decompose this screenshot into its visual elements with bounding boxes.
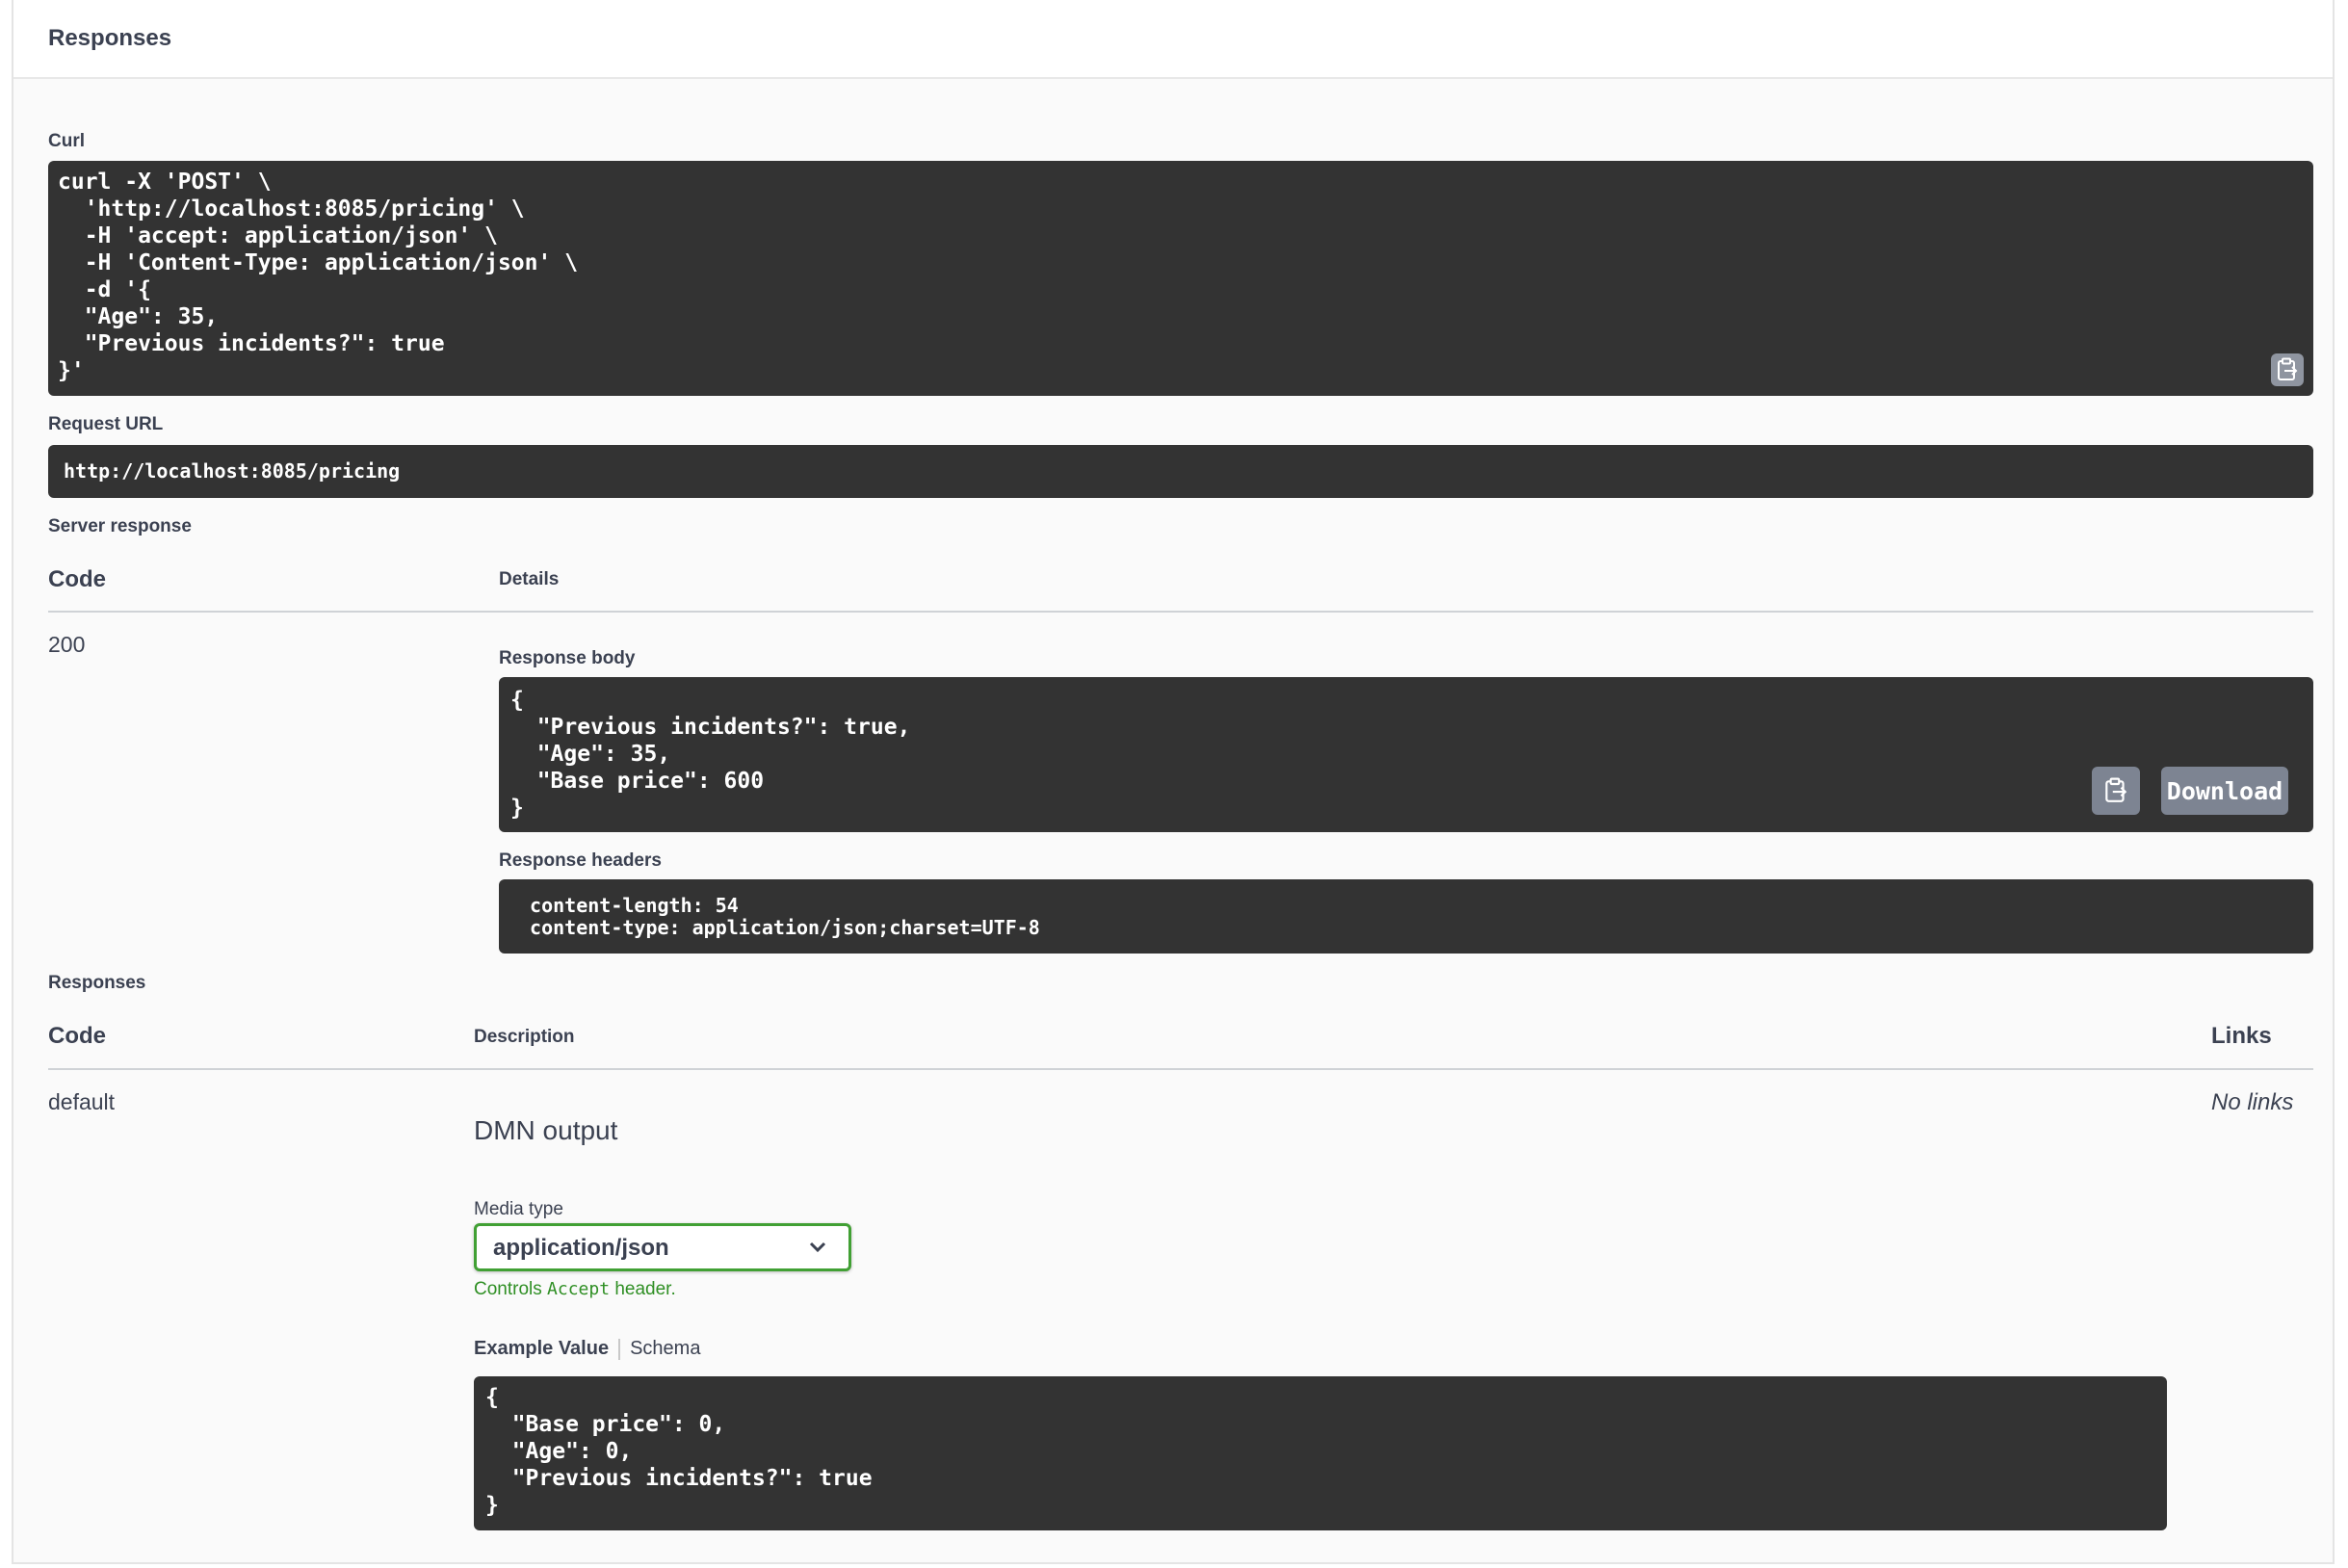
response-status-code: 200 [48,632,86,657]
request-url-value: http://localhost:8085/pricing [64,459,401,483]
response-headers: content-length: 54 content-type: applica… [530,894,1040,939]
tab-separator [618,1338,621,1360]
controls-suffix: header. [610,1279,676,1299]
response-headers-label: Response headers [499,850,662,871]
example-value-block: { "Base price": 0, "Age": 0, "Previous i… [474,1376,2167,1530]
tab-schema[interactable]: Schema [630,1338,700,1360]
example-tabs: Example Value Schema [474,1338,700,1360]
clipboard-copy-icon [2105,777,2127,802]
responses-panel: Responses Curl curl -X 'POST' \ 'http://… [12,0,2335,1564]
media-type-label: Media type [474,1199,563,1219]
curl-code-block: curl -X 'POST' \ 'http://localhost:8085/… [48,161,2313,396]
response-row-description: DMN output [474,1115,618,1145]
request-url-label: Request URL [48,414,164,434]
download-button[interactable]: Download [2161,767,2288,815]
panel-header: Responses [13,0,2333,79]
chevron-down-icon [809,1241,826,1253]
divider [48,611,2313,613]
response-row-code: default [48,1089,116,1114]
curl-command: curl -X 'POST' \ 'http://localhost:8085/… [58,170,579,383]
example-value: { "Base price": 0, "Age": 0, "Previous i… [485,1385,873,1518]
server-response-col-code: Code [48,566,106,592]
media-type-value: application/json [493,1235,669,1261]
responses-col-code: Code [48,1023,106,1049]
panel-title: Responses [48,25,172,51]
request-url-block: http://localhost:8085/pricing [48,445,2313,498]
response-headers-block: content-length: 54 content-type: applica… [499,879,2313,954]
server-response-col-details: Details [499,569,560,589]
controls-accept-note: Controls Accept header. [474,1279,676,1300]
responses-col-description: Description [474,1027,575,1047]
response-copy-button[interactable] [2092,767,2140,815]
responses-label: Responses [48,973,146,993]
curl-label: Curl [48,131,85,151]
server-response-label: Server response [48,516,192,536]
controls-prefix: Controls [474,1279,548,1299]
response-body: { "Previous incidents?": true, "Age": 35… [510,688,911,821]
tab-example-value[interactable]: Example Value [474,1338,609,1360]
clipboard-copy-icon [2278,357,2298,380]
divider [48,1068,2313,1070]
curl-copy-button[interactable] [2271,353,2304,386]
response-body-label: Response body [499,648,636,668]
response-body-block: { "Previous incidents?": true, "Age": 35… [499,677,2313,832]
response-row-links: No links [2211,1089,2294,1115]
controls-accept-code: Accept [547,1279,611,1299]
media-type-select[interactable]: application/json [474,1223,851,1271]
responses-col-links: Links [2211,1023,2272,1049]
